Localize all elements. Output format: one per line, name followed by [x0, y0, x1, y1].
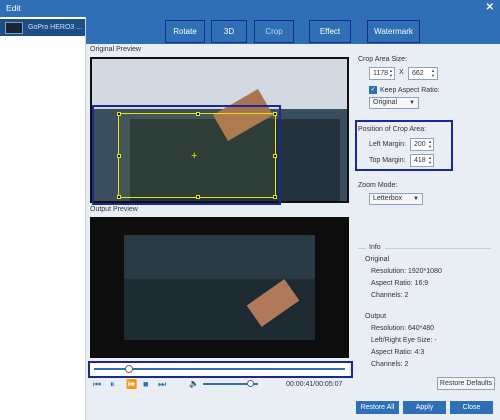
info-original-aspect: Aspect Ratio: 16:9	[371, 280, 429, 287]
crosshair-icon: +	[191, 150, 198, 162]
info-original-resolution: Resolution: 1920*1080	[371, 268, 442, 275]
tab-effect[interactable]: Effect	[309, 20, 351, 43]
crop-handle-top[interactable]	[196, 112, 200, 116]
restore-all-button[interactable]: Restore All	[356, 401, 399, 414]
top-margin-stepper[interactable]: ▲ ▼	[427, 155, 433, 166]
stop-icon[interactable]: ■	[143, 379, 148, 389]
close-icon[interactable]: ✕	[486, 2, 494, 14]
prev-icon[interactable]: ⏮	[93, 379, 101, 389]
crop-handle-tr[interactable]	[273, 112, 277, 116]
pause-icon[interactable]: ⏸	[110, 379, 115, 389]
file-list-item[interactable]: GoPro HERO3 ...	[0, 19, 85, 36]
player-controls: ⏮ ⏸ ⏩ ■ ⏭ 🔈 00:00:41/00:05:07	[90, 377, 349, 392]
video-sky	[92, 59, 347, 109]
original-preview-label: Original Preview	[90, 46, 141, 53]
crop-handle-right[interactable]	[273, 154, 277, 158]
tab-3d[interactable]: 3D	[211, 20, 247, 43]
crop-handle-bottom[interactable]	[196, 195, 200, 199]
left-margin-label: Left Margin:	[369, 141, 406, 148]
crop-size-separator: X	[399, 69, 404, 76]
info-output-header: Output	[365, 313, 387, 320]
window-title: Edit	[6, 3, 21, 13]
info-original-channels: Channels: 2	[371, 292, 409, 299]
file-thumbnail	[5, 21, 23, 34]
info-output-eye-size: Left/Right Eye Size: -	[371, 337, 437, 344]
chevron-down-icon: ▼	[409, 100, 415, 106]
info-divider-right	[385, 248, 491, 249]
aspect-ratio-value: Original	[373, 99, 398, 106]
aspect-ratio-select[interactable]: Original ▼	[369, 97, 419, 109]
forward-icon[interactable]: ⏩	[126, 379, 137, 389]
tab-watermark[interactable]: Watermark	[367, 20, 420, 43]
volume-handle[interactable]	[246, 380, 254, 387]
file-list: GoPro HERO3 ...	[0, 17, 86, 420]
zoom-mode-select[interactable]: Letterbox ▼	[369, 193, 423, 205]
info-header: Info	[369, 244, 381, 251]
info-output-aspect: Aspect Ratio: 4:3	[371, 349, 425, 356]
tab-crop[interactable]: Crop	[254, 20, 294, 43]
crop-position-label: Position of Crop Area:	[358, 126, 427, 133]
info-output-resolution: Resolution: 640*480	[371, 325, 435, 332]
restore-defaults-button[interactable]: Restore Defaults	[437, 377, 495, 390]
crop-handle-tl[interactable]	[117, 112, 121, 116]
crop-height-stepper[interactable]: ▲ ▼	[430, 68, 436, 79]
file-name: GoPro HERO3 ...	[28, 24, 83, 31]
chevron-down-icon: ▼	[413, 196, 419, 202]
crop-width-stepper[interactable]: ▲ ▼	[388, 68, 394, 79]
keep-aspect-checkbox[interactable]: ✓	[369, 86, 377, 94]
apply-button[interactable]: Apply	[403, 401, 446, 414]
crop-handle-bl[interactable]	[117, 195, 121, 199]
close-button[interactable]: Close	[450, 401, 493, 414]
left-margin-stepper[interactable]: ▲ ▼	[427, 139, 433, 150]
next-icon[interactable]: ⏭	[158, 379, 166, 389]
timeline[interactable]	[90, 362, 349, 376]
info-output-channels: Channels: 2	[371, 361, 409, 368]
keep-aspect-label: Keep Aspect Ratio:	[380, 87, 440, 94]
info-divider-left	[358, 248, 366, 249]
tab-bar: Rotate 3D Crop Effect Watermark	[86, 17, 500, 44]
crop-handle-left[interactable]	[117, 154, 121, 158]
zoom-mode-value: Letterbox	[373, 195, 403, 202]
volume-icon[interactable]: 🔈	[189, 379, 199, 389]
info-original-header: Original	[365, 256, 390, 263]
output-preview	[90, 217, 349, 358]
timeline-handle[interactable]	[125, 365, 134, 373]
tab-rotate[interactable]: Rotate	[165, 20, 205, 43]
time-display: 00:00:41/00:05:07	[286, 381, 343, 388]
top-margin-label: Top Margin:	[369, 157, 406, 164]
title-bar: Edit ✕	[0, 0, 500, 17]
zoom-mode-label: Zoom Mode:	[358, 182, 398, 189]
crop-area-label: Crop Area Size:	[358, 56, 408, 63]
crop-handle-br[interactable]	[273, 195, 277, 199]
output-preview-label: Output Preview	[90, 206, 138, 213]
